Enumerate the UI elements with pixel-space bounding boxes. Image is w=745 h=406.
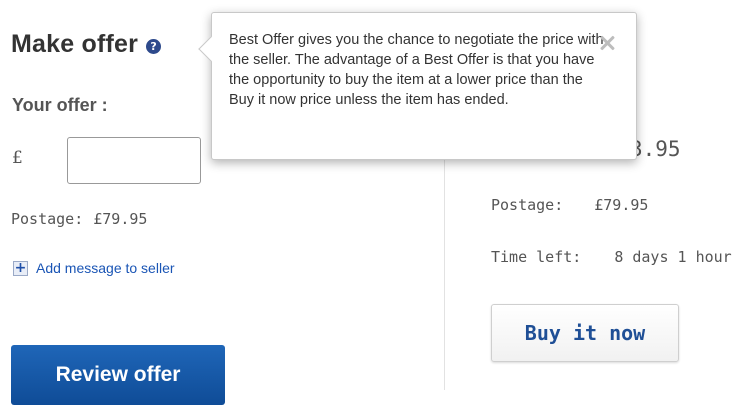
buy-it-now-button[interactable]: Buy it now [491,304,679,362]
time-left-value: 8 days 1 hour [614,248,732,266]
add-message-link[interactable]: + Add message to seller [13,260,175,276]
make-offer-header: Make offer ? [11,30,162,59]
postage-value: £79.95 [93,210,148,228]
postage-label: Postage: [491,196,564,214]
tooltip-text: Best Offer gives you the chance to negot… [229,32,604,108]
page-title: Make offer [11,30,139,58]
time-left-label: Time left: [491,248,582,266]
offer-postage: Postage: £79.95 [11,210,147,228]
best-offer-tooltip: Best Offer gives you the chance to negot… [198,12,637,160]
plus-square-icon: + [13,259,28,276]
tooltip-arrow [198,36,224,62]
time-left: Time left: 8 days 1 hour [491,248,732,266]
buy-now-postage: Postage: £79.95 [491,196,648,214]
question-circle-icon[interactable]: ? [146,38,162,54]
postage-value: £79.95 [594,196,649,214]
column-divider [444,130,445,390]
currency-symbol: £ [12,148,23,168]
buy-now-price: 3.95 [630,137,681,161]
your-offer-label: Your offer : [12,95,108,115]
close-icon[interactable] [597,33,617,53]
offer-amount-input[interactable] [67,137,201,184]
review-offer-button[interactable]: Review offer [11,345,225,405]
add-message-label: Add message to seller [36,260,175,276]
postage-label: Postage: [11,210,84,228]
